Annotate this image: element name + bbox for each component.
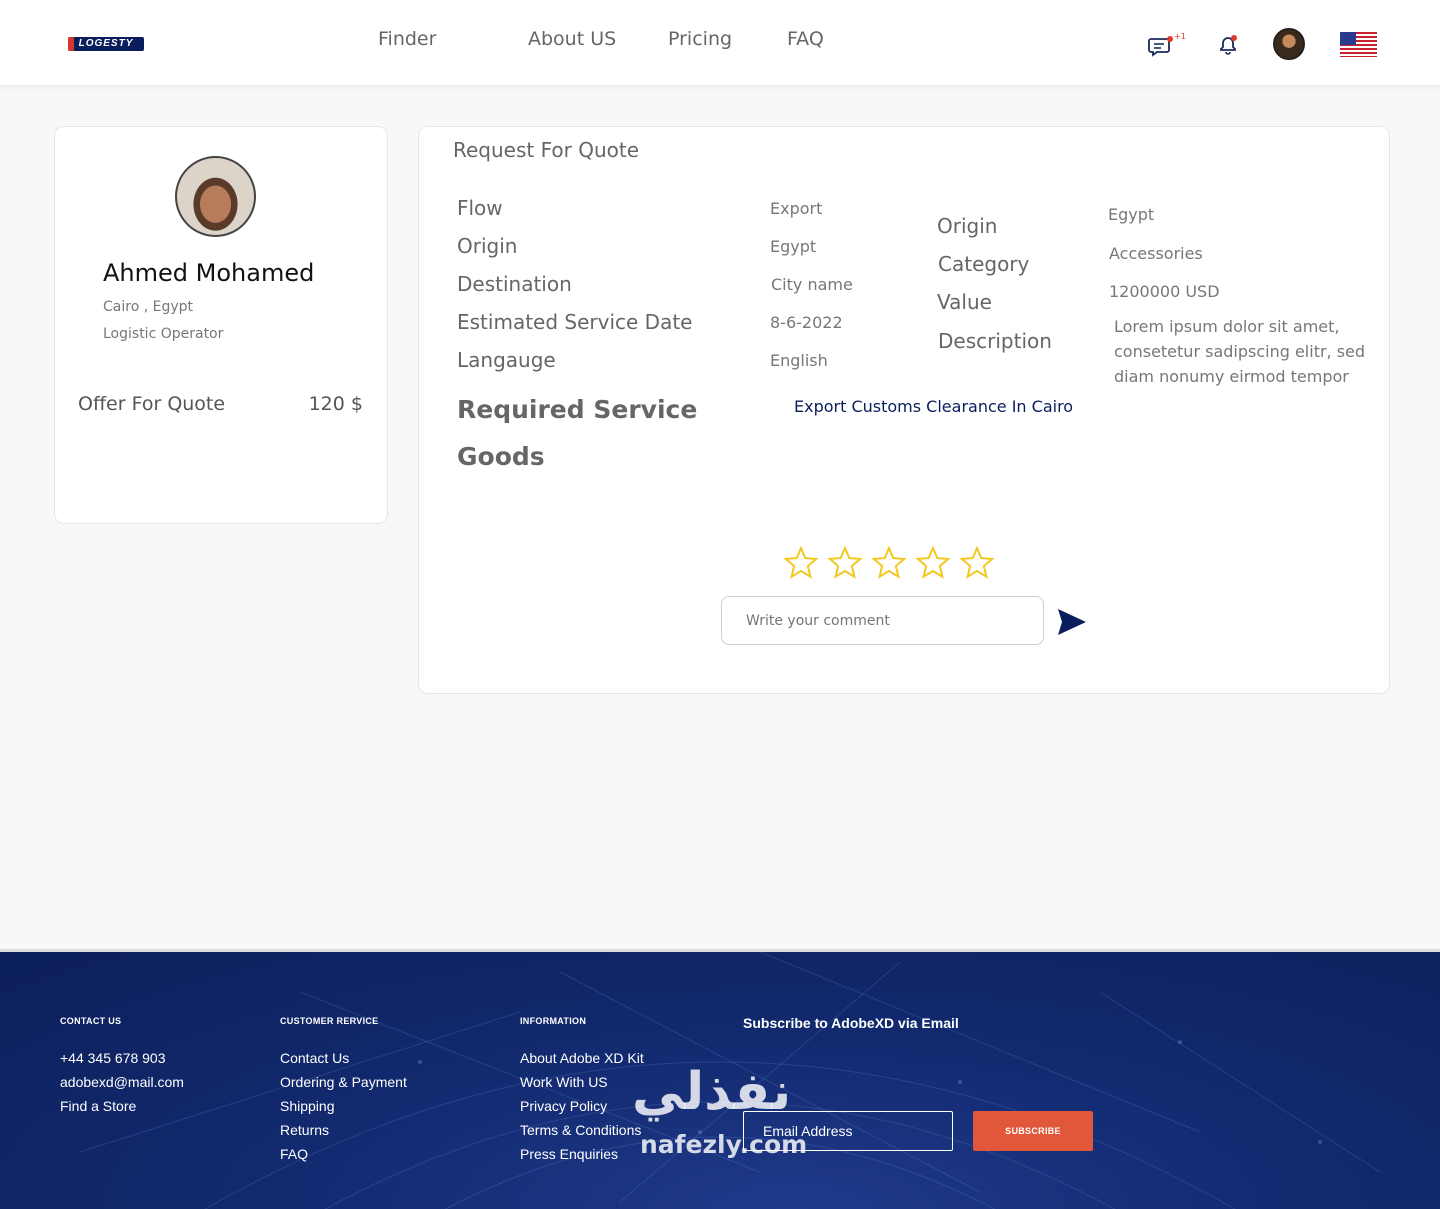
user-avatar[interactable]: [1273, 28, 1305, 60]
profile-photo: [175, 156, 256, 237]
shipping-link[interactable]: Shipping: [280, 1098, 335, 1114]
origin-label: Origin: [457, 234, 518, 258]
contact-us-link[interactable]: Contact Us: [280, 1050, 349, 1066]
watermark-latin: nafezly.com: [640, 1130, 808, 1159]
logo-text: LOGESTY: [78, 38, 134, 49]
find-store-link[interactable]: Find a Store: [60, 1098, 136, 1114]
message-badge: +1: [1174, 32, 1186, 41]
work-with-us-link[interactable]: Work With US: [520, 1074, 608, 1090]
about-kit-link[interactable]: About Adobe XD Kit: [520, 1050, 644, 1066]
star-icon-3[interactable]: [871, 545, 907, 581]
category-label: Category: [938, 252, 1030, 276]
us-flag-icon[interactable]: [1340, 32, 1377, 57]
description-value: Lorem ipsum dolor sit amet, consetetur s…: [1114, 317, 1366, 386]
language-value: English: [770, 351, 828, 370]
returns-link[interactable]: Returns: [280, 1122, 329, 1138]
information-heading: INFORMATION: [520, 1016, 587, 1026]
quote-title: Request For Quote: [453, 138, 640, 162]
service-date-value: 8-6-2022: [770, 313, 843, 332]
offer-label: Offer For Quote: [78, 393, 226, 415]
customer-service-heading: CUSTOMER RERVICE: [280, 1016, 379, 1026]
goods-value: 1200000 USD: [1109, 282, 1220, 301]
site-footer: CONTACT US +44 345 678 903 adobexd@mail.…: [0, 949, 1440, 1209]
top-header: LOGESTY Finder About US Pricing FAQ +1: [0, 0, 1440, 85]
profile-name: Ahmed Mohamed: [103, 259, 315, 287]
goods-label: Goods: [457, 442, 545, 471]
contact-heading: CONTACT US: [60, 1016, 122, 1026]
ordering-payment-link[interactable]: Ordering & Payment: [280, 1074, 407, 1090]
profile-role: Logistic Operator: [103, 326, 224, 342]
notification-bell-icon[interactable]: [1216, 33, 1240, 57]
flow-label: Flow: [457, 196, 503, 220]
category-value: Accessories: [1109, 244, 1203, 263]
comment-input[interactable]: [721, 596, 1044, 645]
star-icon-4[interactable]: [915, 545, 951, 581]
star-icon-2[interactable]: [827, 545, 863, 581]
flow-value: Export: [770, 199, 823, 218]
required-service-label: Required Service: [457, 395, 698, 424]
contact-phone[interactable]: +44 345 678 903: [60, 1050, 166, 1066]
faq-link[interactable]: FAQ: [280, 1146, 308, 1162]
goods-origin-value: Egypt: [1108, 205, 1155, 224]
subscribe-title: Subscribe to AdobeXD via Email: [743, 1015, 959, 1031]
press-enquiries-link[interactable]: Press Enquiries: [520, 1146, 618, 1162]
privacy-policy-link[interactable]: Privacy Policy: [520, 1098, 607, 1114]
required-service-value: Export Customs Clearance In Cairo: [794, 397, 1074, 416]
goods-origin-label: Origin: [937, 214, 998, 238]
language-label: Langauge: [457, 348, 556, 372]
nav-about-us[interactable]: About US: [528, 28, 616, 50]
offer-value: 120 $: [308, 393, 363, 415]
subscribe-button[interactable]: SUBSCRIBE: [973, 1111, 1093, 1151]
send-icon[interactable]: [1057, 608, 1087, 636]
destination-value: City name: [771, 275, 853, 294]
watermark-arabic: نفذلي: [632, 1062, 792, 1122]
messages-icon[interactable]: +1: [1148, 32, 1186, 57]
request-quote-card: Request For Quote Flow Origin Destinatio…: [418, 126, 1390, 694]
contact-email[interactable]: adobexd@mail.com: [60, 1074, 184, 1090]
nav-faq[interactable]: FAQ: [787, 28, 824, 50]
description-label: Description: [938, 329, 1052, 353]
rating-stars: [783, 545, 995, 581]
nav-finder[interactable]: Finder: [378, 28, 436, 50]
nav-pricing[interactable]: Pricing: [668, 28, 732, 50]
destination-label: Destination: [457, 272, 572, 296]
profile-location: Cairo , Egypt: [103, 299, 194, 315]
origin-value: Egypt: [770, 237, 817, 256]
terms-link[interactable]: Terms & Conditions: [520, 1122, 641, 1138]
logesty-logo[interactable]: LOGESTY: [68, 37, 144, 51]
star-icon-1[interactable]: [783, 545, 819, 581]
star-icon-5[interactable]: [959, 545, 995, 581]
value-label: Value: [937, 290, 992, 314]
profile-card: Ahmed Mohamed Cairo , Egypt Logistic Ope…: [54, 126, 388, 524]
service-date-label: Estimated Service Date: [457, 310, 693, 334]
